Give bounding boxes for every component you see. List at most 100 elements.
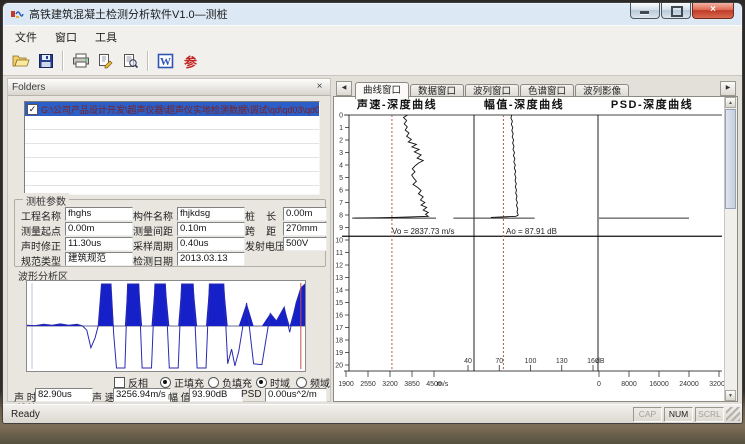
waveform-area[interactable] [26,280,306,372]
param-value-7[interactable]: 0.40us [177,237,245,251]
wave-field-value-0[interactable]: 82.90us [35,388,93,402]
param-label-2: 桩 长 [245,208,276,223]
profile-curve [355,115,429,218]
toolbar-separator [147,51,149,71]
depth-tick-label: 11 [336,250,343,257]
panel-title: 幅值-深度曲线 [484,97,564,111]
app-icon [10,7,24,21]
depth-tick-label: 9 [339,225,343,232]
tab-scroll-left-button[interactable]: ◀ [336,81,352,96]
curve-annotation: Vo = 2837.73 m/s [392,227,455,236]
wave-field-label-1: 声 速 [92,389,115,404]
desktop: 高铁建筑混凝土检测分析软件V1.0—测桩 × 文件窗口工具 W参 Folders… [0,0,745,444]
wave-field-value-3[interactable]: 0.00us^2/m [265,388,327,402]
menu-item-1[interactable]: 窗口 [46,27,86,47]
file-checkbox[interactable]: ✓ [27,104,38,115]
param-value-5[interactable]: 270mm [283,222,327,236]
depth-tick-label: 19 [335,350,343,357]
radio-icon [256,377,267,388]
resize-grip[interactable] [726,407,740,421]
file-list-empty-row [25,116,319,130]
file-list-item[interactable]: ✓G:\公司产品设计开发\超声仪器\超声仪实地检测数据\调试\qd\qd03\q… [25,102,319,116]
chart-area[interactable]: 0123456789101112131415161718192019002550… [333,96,738,402]
status-text: Ready [11,409,40,420]
status-indicator-scrl: SCRL [695,407,724,422]
wave-field-value-2[interactable]: 93.90dB [189,388,243,402]
param-value-4[interactable]: 0.10m [177,222,245,236]
param-label-7: 采样周期 [133,238,173,253]
depth-tick-label: 4 [339,163,343,170]
x-tick-label: 24000 [679,381,699,388]
x-tick-label: 130 [556,358,568,365]
x-axis-unit: dB [596,358,605,365]
x-tick-label: 3200 [382,381,398,388]
word-button[interactable]: W [153,49,178,73]
file-path: G:\公司产品设计开发\超声仪器\超声仪实地检测数据\调试\qd\qd03\qd… [41,103,319,116]
param-value-2[interactable]: 0.00m [283,207,327,221]
maximize-button[interactable] [661,3,691,19]
param-label-8: 发射电压 [245,238,285,253]
x-tick-label: 0 [597,381,601,388]
param-label-4: 测量间距 [133,223,173,238]
scroll-down-button[interactable]: ▼ [725,390,736,401]
x-tick-label: 3850 [404,381,420,388]
close-icon: × [710,4,716,15]
save-button[interactable] [33,49,58,73]
title-bar[interactable]: 高铁建筑混凝土检测分析软件V1.0—测桩 × [3,3,742,25]
x-axis-unit: m/s [437,381,449,388]
radio-icon [160,377,171,388]
print-icon [72,53,90,69]
x-tick-label: 1900 [338,381,354,388]
tab-bar: ◀ ▶ 曲线窗口数据窗口波列窗口色谱窗口波列影像 [333,78,738,96]
app-window: 高铁建筑混凝土检测分析软件V1.0—测桩 × 文件窗口工具 W参 Folders… [2,2,743,424]
param-value-0[interactable]: fhghs [65,207,133,221]
print-preview-icon [122,53,139,69]
params-button[interactable]: 参 [178,49,203,73]
depth-tick-label: 10 [335,238,343,245]
panel-title: PSD-深度曲线 [611,97,693,111]
depth-tick-label: 12 [335,263,343,270]
pile-params-title: 测桩参数 [23,193,69,208]
status-indicator-cap: CAP [633,407,662,422]
menu-bar: 文件窗口工具 [3,25,742,47]
pile-params-groupbox: 测桩参数 工程名称fhghs构件名称fhjkdsg桩 长0.00m测量起点0.0… [14,199,326,267]
wave-field-label-3: PSD [241,389,262,400]
scroll-up-button[interactable]: ▲ [725,97,736,108]
close-button[interactable]: × [692,3,734,19]
param-value-8[interactable]: 500V [283,237,327,251]
folders-panel-title: Folders [12,82,313,93]
tab-0[interactable]: 曲线窗口 [355,82,409,99]
curve-view-pane: ◀ ▶ 曲线窗口数据窗口波列窗口色谱窗口波列影像 012345678910111… [333,78,738,402]
param-value-3[interactable]: 0.00m [65,222,133,236]
chart-scrollbar[interactable]: ▲ ▼ [724,97,737,401]
param-label-5: 跨 距 [245,223,276,238]
print-button[interactable] [68,49,93,73]
checkbox-icon [114,377,125,388]
wave-field-label-2: 幅 值 [168,389,191,404]
word-icon: W [157,53,174,69]
param-value-6[interactable]: 11.30us [65,237,133,251]
param-value-1[interactable]: fhjkdsg [177,207,245,221]
depth-tick-label: 1 [339,125,343,132]
client-area: Folders × ✓G:\公司产品设计开发\超声仪器\超声仪实地检测数据\调试… [3,76,742,404]
open-folder-button[interactable] [8,49,33,73]
param-value-9[interactable]: 建筑规范 [65,252,133,266]
file-list[interactable]: ✓G:\公司产品设计开发\超声仪器\超声仪实地检测数据\调试\qd\qd03\q… [24,101,320,195]
menu-item-2[interactable]: 工具 [86,27,126,47]
minimize-button[interactable] [630,3,660,19]
param-value-10[interactable]: 2013.03.13 [177,252,245,266]
param-label-1: 构件名称 [133,208,173,223]
param-label-6: 声时修正 [21,238,61,253]
menu-item-0[interactable]: 文件 [6,27,46,47]
x-tick-label: 70 [495,358,503,365]
folders-close-button[interactable]: × [313,81,326,93]
depth-tick-label: 7 [339,200,343,207]
print-preview-button[interactable] [118,49,143,73]
wave-field-value-1[interactable]: 3256.94m/s [113,388,171,402]
profile-curve [491,115,518,218]
scroll-thumb[interactable] [725,109,736,209]
x-tick-label: 40 [464,358,472,365]
print-setup-button[interactable] [93,49,118,73]
x-tick-label: 2550 [360,381,376,388]
tab-scroll-right-button[interactable]: ▶ [720,81,736,96]
